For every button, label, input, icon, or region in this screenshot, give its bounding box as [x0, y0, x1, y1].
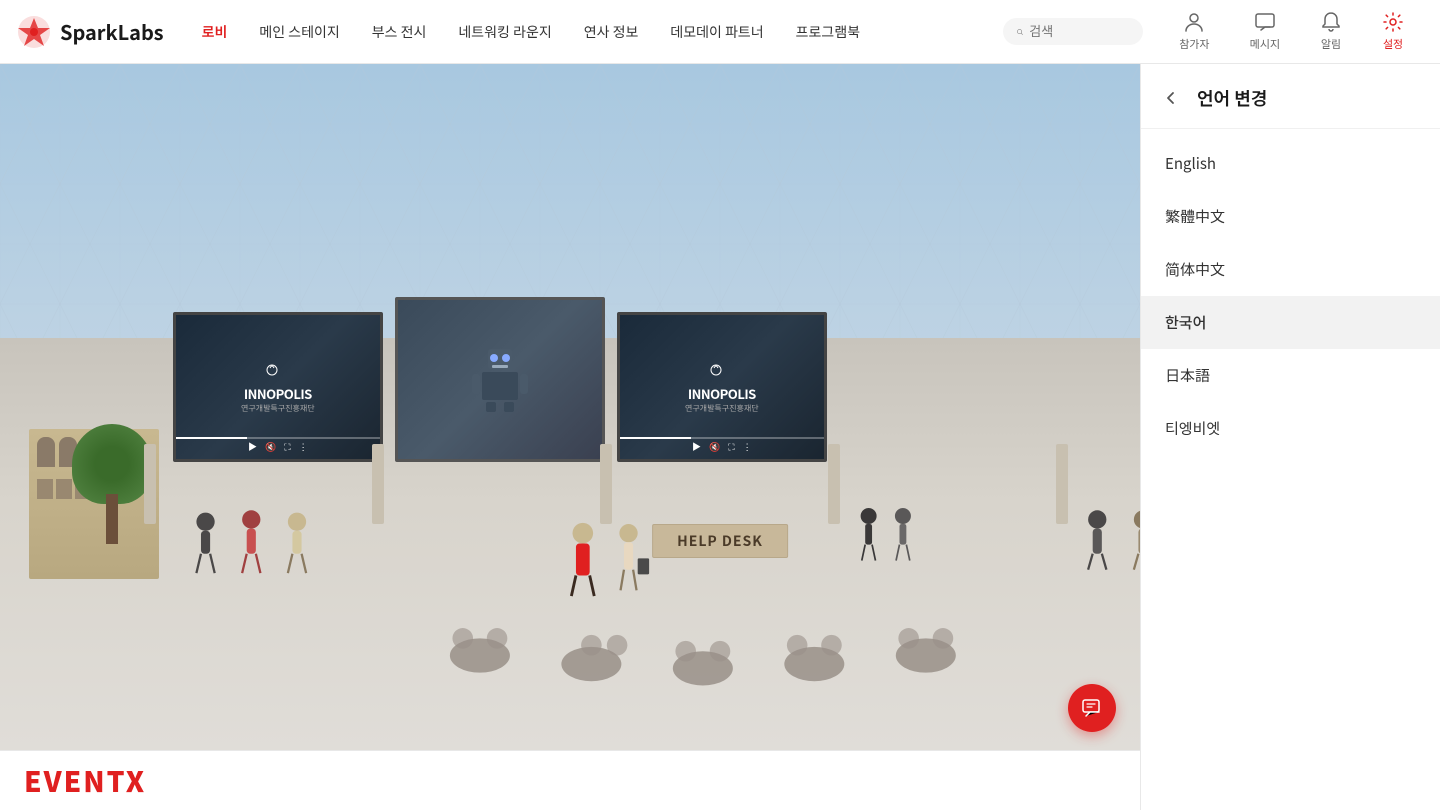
screen-left-title: INNOPOLIS	[244, 384, 312, 403]
screen-right-title: INNOPOLIS	[688, 384, 756, 403]
japanese-label: 日本語	[1165, 365, 1210, 386]
header-actions: 참가자 메시지 알림	[1159, 3, 1424, 60]
language-option-english[interactable]: English	[1141, 137, 1440, 190]
screen-center-content	[398, 300, 602, 459]
language-list: English 繁體中文 简体中文 한국어 日本語 티엥비엣	[1141, 129, 1440, 463]
innopolis-logo-right	[710, 360, 734, 380]
korean-label: 한국어	[1165, 312, 1206, 333]
bell-icon	[1320, 11, 1342, 33]
language-panel: 언어 변경 English 繁體中文 简体中文 한국어 日本語 티엥비엣	[1140, 64, 1440, 810]
search-icon	[1017, 25, 1023, 39]
nav-item-program-book[interactable]: 프로그램북	[782, 14, 874, 50]
screen-right[interactable]: INNOPOLIS 연구개발특구진흥재단 ▶ 🔇 ⛶ ⋮	[617, 312, 827, 462]
screen-left-content: INNOPOLIS 연구개발특구진흥재단 ▶ 🔇 ⛶ ⋮	[176, 315, 380, 459]
vietnamese-label: 티엥비엣	[1165, 418, 1220, 439]
chat-icon	[1254, 11, 1276, 33]
person-icon	[1183, 11, 1205, 33]
settings-label: 설정	[1383, 36, 1403, 52]
innopolis-logo-left	[266, 360, 290, 380]
progress-fill-left	[176, 437, 247, 439]
nav-item-lobby[interactable]: 로비	[188, 14, 242, 50]
language-panel-title: 언어 변경	[1197, 85, 1267, 111]
settings-action[interactable]: 설정	[1362, 3, 1424, 60]
screen-center[interactable]	[395, 297, 605, 462]
participants-action[interactable]: 참가자	[1159, 3, 1229, 60]
nav-item-speaker-info[interactable]: 연사 정보	[570, 14, 653, 50]
nav-item-networking-lounge[interactable]: 네트워킹 라운지	[444, 14, 565, 50]
screen-left[interactable]: INNOPOLIS 연구개발특구진흥재단 ▶ 🔇 ⛶ ⋮	[173, 312, 383, 462]
messages-action[interactable]: 메시지	[1230, 3, 1300, 60]
language-panel-header: 언어 변경	[1141, 64, 1440, 129]
chevron-left-icon	[1163, 90, 1179, 106]
nav-item-booth-exhibit[interactable]: 부스 전시	[358, 14, 441, 50]
progress-bar-right	[620, 437, 824, 439]
eventx-logo: EVENTX	[24, 761, 146, 801]
screen-right-sub: 연구개발특구진흥재단	[685, 403, 759, 414]
language-option-japanese[interactable]: 日本語	[1141, 349, 1440, 402]
progress-bar-left	[176, 437, 380, 439]
nav-item-main-stage[interactable]: 메인 스테이지	[245, 14, 353, 50]
screen-left-sub: 연구개발특구진흥재단	[241, 403, 315, 414]
traditional-chinese-label: 繁體中文	[1165, 206, 1225, 227]
header: SparkLabs 로비 메인 스테이지 부스 전시 네트워킹 라운지 연사 정…	[0, 0, 1440, 64]
language-option-traditional-chinese[interactable]: 繁體中文	[1141, 190, 1440, 243]
participants-label: 참가자	[1179, 36, 1209, 52]
back-button[interactable]	[1157, 84, 1185, 112]
nav-item-demo-day-partner[interactable]: 데모데이 파트너	[656, 14, 777, 50]
notifications-action[interactable]: 알림	[1300, 3, 1362, 60]
screen-right-content: INNOPOLIS 연구개발특구진흥재단 ▶ 🔇 ⛶ ⋮	[620, 315, 824, 459]
messages-label: 메시지	[1250, 36, 1280, 52]
language-option-vietnamese[interactable]: 티엥비엣	[1141, 402, 1440, 455]
language-option-simplified-chinese[interactable]: 简体中文	[1141, 243, 1440, 296]
gear-icon	[1382, 11, 1404, 33]
simplified-chinese-label: 简体中文	[1165, 259, 1225, 280]
progress-fill-right	[620, 437, 691, 439]
logo[interactable]: SparkLabs	[16, 14, 164, 50]
logo-text: SparkLabs	[60, 17, 164, 46]
english-label: English	[1165, 153, 1216, 174]
fab-button[interactable]	[1068, 684, 1116, 732]
main-content: INNOPOLIS 연구개발특구진흥재단 ▶ 🔇 ⛶ ⋮	[0, 64, 1440, 810]
feedback-icon	[1081, 697, 1103, 719]
robot-svg	[470, 344, 530, 414]
search-input[interactable]	[1029, 24, 1129, 39]
notifications-label: 알림	[1321, 36, 1341, 52]
language-option-korean[interactable]: 한국어	[1141, 296, 1440, 349]
sparklabs-logo-icon	[16, 14, 52, 50]
main-nav: 로비 메인 스테이지 부스 전시 네트워킹 라운지 연사 정보 데모데이 파트너…	[188, 14, 1004, 50]
search-bar[interactable]	[1003, 18, 1143, 45]
